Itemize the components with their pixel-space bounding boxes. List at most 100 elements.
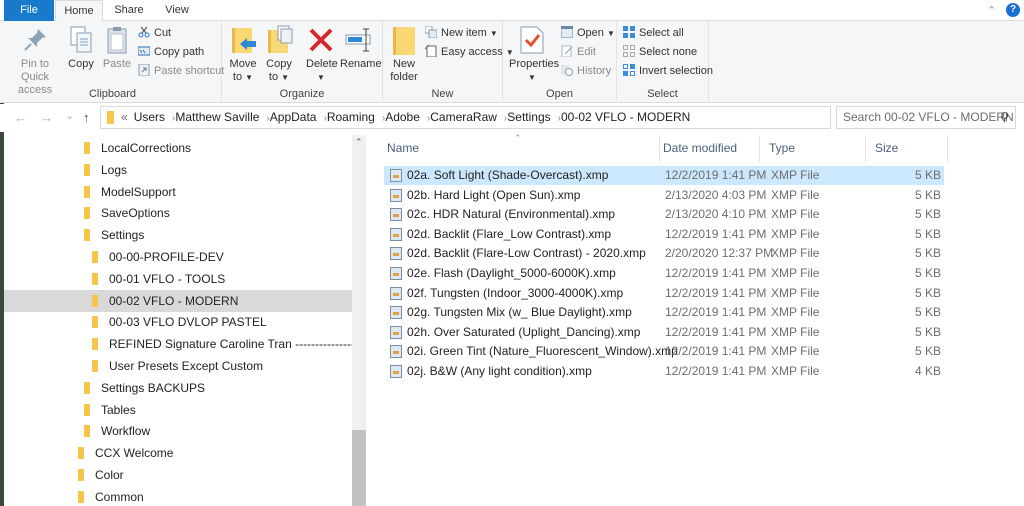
nav-tree-label: 00-00-PROFILE-DEV — [109, 250, 224, 264]
help-icon[interactable]: ? — [1006, 3, 1020, 17]
search-input[interactable]: Search 00-02 VFLO - MODERN ⚲ — [836, 106, 1016, 129]
invert-selection-button[interactable]: Invert selection — [623, 62, 713, 80]
file-row[interactable]: 02a. Soft Light (Shade-Overcast).xmp 12/2… — [384, 166, 944, 185]
back-icon[interactable]: ← — [14, 110, 27, 125]
nav-tree-item[interactable]: ModelSupport — [4, 181, 352, 203]
nav-tree-item[interactable]: REFINED Signature Caroline Tran --------… — [4, 333, 352, 355]
select-all-button[interactable]: Select all — [623, 24, 684, 42]
nav-tree-item[interactable]: Settings — [4, 224, 352, 246]
nav-tree-label: 00-03 VFLO DVLOP PASTEL — [109, 315, 267, 330]
cut-button[interactable]: Cut — [138, 24, 171, 42]
tab-file[interactable]: File — [4, 0, 54, 21]
up-icon[interactable]: ↑ — [83, 110, 90, 125]
file-row[interactable]: 02d. Backlit (Flare-Low Contrast) - 2020… — [384, 244, 944, 263]
breadcrumb-item[interactable]: AppData — [270, 110, 317, 124]
edit-button[interactable]: Edit — [561, 43, 596, 61]
breadcrumb-item[interactable]: Roaming — [327, 110, 375, 124]
invert-selection-label: Invert selection — [639, 65, 713, 77]
pin-to-quick-access-button[interactable]: Pin to Quick access — [6, 25, 64, 97]
breadcrumb-item[interactable]: Matthew Saville — [175, 110, 259, 124]
column-header-name[interactable]: Name — [378, 135, 660, 162]
file-size: 4 KB — [914, 364, 941, 378]
rename-label: Rename — [340, 58, 382, 70]
copy-to-button[interactable]: Copy to ▼ — [264, 25, 294, 84]
scroll-up-icon[interactable]: ⌃ — [355, 137, 363, 148]
copy-button[interactable]: Copy — [66, 25, 96, 71]
scrollbar-thumb[interactable] — [352, 430, 366, 506]
file-row[interactable]: 02e. Flash (Daylight_5000-6000K).xmp 12/2… — [384, 264, 944, 283]
breadcrumb-item[interactable]: 00-02 VFLO - MODERN — [561, 110, 690, 124]
open-icon — [560, 25, 574, 39]
file-date-modified: 12/2/2019 1:41 PM — [665, 305, 767, 320]
nav-tree-label: CCX Welcome — [95, 446, 174, 461]
file-row[interactable]: 02f. Tungsten (Indoor_3000-4000K).xmp 12/… — [384, 284, 944, 303]
breadcrumb-item[interactable]: Users — [134, 110, 165, 124]
file-row[interactable]: 02j. B&W (Any light condition).xmp 12/2/2… — [384, 362, 944, 381]
nav-tree-item[interactable]: 00-01 VFLO - TOOLS — [4, 268, 352, 290]
folder-icon — [84, 207, 90, 220]
nav-tree-label: 00-02 VFLO - MODERN — [109, 293, 239, 308]
breadcrumb-item[interactable]: Adobe — [385, 110, 420, 124]
nav-tree-item[interactable]: SaveOptions — [4, 202, 352, 224]
breadcrumb-overflow[interactable]: « — [121, 110, 128, 124]
address-bar[interactable]: «Users ›Matthew Saville ›AppData ›Roaming ›A… — [100, 106, 926, 129]
copy-path-button[interactable]: Copy path — [137, 43, 204, 61]
dropdown-arrow-icon: ▼ — [317, 73, 325, 82]
nav-tree-item[interactable]: 00-00-PROFILE-DEV — [4, 246, 352, 268]
new-folder-button[interactable]: New folder — [389, 25, 419, 84]
xmp-file-icon — [390, 169, 402, 182]
breadcrumb-item[interactable]: Settings — [507, 110, 550, 124]
paste-button[interactable]: Paste — [102, 25, 132, 71]
nav-tree-label: Settings BACKUPS — [101, 380, 206, 395]
file-name: 02b. Hard Light (Open Sun).xmp — [407, 187, 581, 202]
move-to-button[interactable]: Move to ▼ — [228, 25, 258, 84]
file-name: 02h. Over Saturated (Uplight_Dancing).xm… — [407, 324, 641, 339]
delete-button[interactable]: Delete ▼ — [306, 25, 338, 84]
nav-tree-item[interactable]: LocalCorrections — [4, 137, 352, 159]
navigation-pane-scrollbar[interactable]: ⌃ — [352, 135, 366, 506]
nav-tree-item[interactable]: Logs — [4, 159, 352, 181]
nav-tree-item[interactable]: CCX Welcome — [4, 442, 352, 464]
nav-tree-item[interactable]: Workflow — [4, 420, 352, 442]
open-button[interactable]: Open ▼ — [560, 24, 615, 42]
dropdown-arrow-icon: ▼ — [489, 29, 498, 38]
history-button[interactable]: History — [561, 62, 611, 80]
file-row[interactable]: 02b. Hard Light (Open Sun).xmp 2/13/2020 … — [384, 186, 944, 205]
nav-tree-item[interactable]: 00-02 VFLO - MODERN — [4, 289, 352, 312]
tab-share[interactable]: Share — [107, 0, 151, 21]
nav-tree-item[interactable]: Settings BACKUPS — [4, 377, 352, 399]
column-header-type[interactable]: Type — [760, 135, 866, 162]
nav-tree-item[interactable]: Common — [4, 486, 352, 506]
properties-button[interactable]: Properties ▼ — [509, 25, 559, 84]
nav-tree-item[interactable]: 00-03 VFLO DVLOP PASTEL — [4, 311, 352, 333]
new-folder-label: New — [392, 58, 415, 70]
nav-tree-label: Tables — [101, 402, 136, 417]
rename-button[interactable]: Rename — [340, 25, 382, 71]
paste-shortcut-button[interactable]: Paste shortcut — [138, 62, 224, 80]
nav-tree-item[interactable]: Tables — [4, 399, 352, 421]
file-row[interactable]: 02d. Backlit (Flare_Low Contrast).xmp 12/… — [384, 225, 944, 244]
file-row[interactable]: 02i. Green Tint (Nature_Fluorescent_Wind… — [384, 342, 944, 361]
select-none-button[interactable]: Select none — [623, 43, 697, 61]
file-row[interactable]: 02g. Tungsten Mix (w_ Blue Daylight).xmp… — [384, 303, 944, 322]
properties-checkmark-icon — [517, 25, 547, 55]
nav-tree-item[interactable]: User Presets Except Custom — [4, 355, 352, 377]
collapse-ribbon-icon[interactable]: ⌃ — [987, 4, 996, 17]
file-size: 5 KB — [914, 226, 941, 241]
column-header-date-modified[interactable]: Date modified — [654, 135, 760, 162]
forward-icon[interactable]: → — [40, 110, 53, 125]
file-row[interactable]: 02h. Over Saturated (Uplight_Dancing).xm… — [384, 323, 944, 342]
new-item-button[interactable]: New item ▼ — [424, 24, 498, 42]
recent-locations-icon[interactable]: ⌄ — [65, 109, 74, 122]
nav-tree-item[interactable]: Color — [4, 464, 352, 486]
tab-view[interactable]: View — [155, 0, 199, 21]
ribbon-tab-bar: File Home Share View ⌃ ? — [0, 0, 1024, 22]
invert-selection-icon — [623, 64, 635, 76]
easy-access-button[interactable]: Easy access ▼ — [424, 43, 514, 61]
new-item-icon — [424, 25, 438, 39]
tab-home[interactable]: Home — [55, 0, 103, 22]
file-row[interactable]: 02c. HDR Natural (Environmental).xmp 2/13… — [384, 205, 944, 224]
edit-icon — [561, 45, 573, 58]
column-header-size[interactable]: Size — [866, 135, 948, 162]
breadcrumb-item[interactable]: CameraRaw — [430, 110, 497, 124]
